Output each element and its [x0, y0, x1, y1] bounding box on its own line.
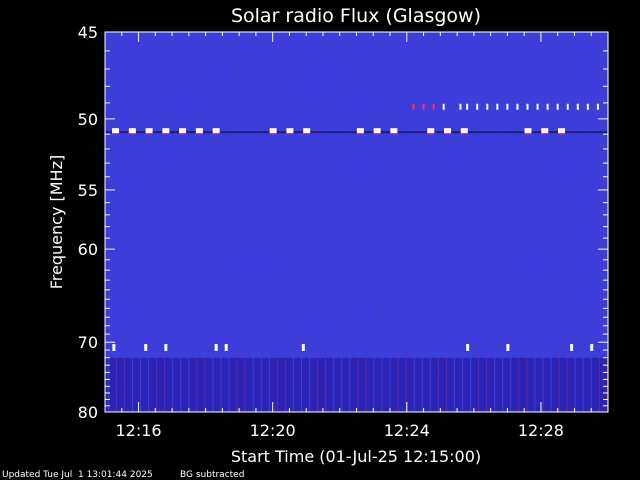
burst-event-70mhz: [224, 343, 228, 351]
band-event-50mhz: [373, 128, 381, 134]
band-event-50mhz: [286, 128, 294, 134]
spike-event-49mhz: [506, 103, 509, 110]
y-tick-label: 55: [78, 181, 98, 200]
band-event-edge: [145, 133, 153, 135]
band-event-50mhz: [162, 128, 170, 134]
burst-event-70mhz: [506, 343, 510, 351]
spike-event-49mhz: [576, 103, 579, 110]
band-event-edge: [303, 133, 311, 135]
spike-event-49mhz: [412, 103, 415, 110]
y-axis-label: Frequency [MHz]: [47, 155, 66, 289]
band-event-edge: [286, 133, 294, 135]
spike-event-49mhz: [546, 103, 549, 110]
band-event-50mhz: [524, 128, 532, 134]
y-tick-label: 80: [78, 403, 98, 422]
band-event-50mhz: [128, 128, 136, 134]
band-event-50mhz: [356, 128, 364, 134]
band-event-edge: [558, 133, 566, 135]
burst-event-70mhz: [164, 343, 168, 351]
chart-title: Solar radio Flux (Glasgow): [231, 5, 481, 27]
band-event-edge: [212, 133, 220, 135]
y-tick-label: 45: [78, 23, 98, 42]
y-tick-label: 70: [78, 333, 98, 352]
band-event-50mhz: [112, 128, 120, 134]
burst-event-70mhz: [590, 343, 594, 351]
band-event-edge: [427, 133, 435, 135]
band-event-50mhz: [269, 128, 277, 134]
x-tick-label: 12:24: [384, 421, 430, 440]
spike-event-49mhz: [459, 103, 462, 110]
spike-event-49mhz: [516, 103, 519, 110]
band-event-edge: [356, 133, 364, 135]
spike-event-49mhz: [536, 103, 539, 110]
burst-event-70mhz: [466, 343, 470, 351]
band-event-edge: [460, 133, 468, 135]
x-tick-label: 12:16: [115, 421, 161, 440]
burst-event-70mhz: [144, 343, 148, 351]
band-event-50mhz: [427, 128, 435, 134]
band-event-50mhz: [558, 128, 566, 134]
spike-event-49mhz: [556, 103, 559, 110]
x-axis-label: Start Time (01-Jul-25 12:15:00): [231, 447, 481, 466]
band-event-50mhz: [390, 128, 398, 134]
band-event-edge: [541, 133, 549, 135]
spike-event-49mhz: [586, 103, 589, 110]
spike-event-49mhz: [486, 103, 489, 110]
band-event-edge: [195, 133, 203, 135]
band-event-50mhz: [444, 128, 452, 134]
band-event-50mhz: [460, 128, 468, 134]
band-event-50mhz: [212, 128, 220, 134]
band-event-50mhz: [541, 128, 549, 134]
spike-event-49mhz: [496, 103, 499, 110]
spike-event-49mhz: [476, 103, 479, 110]
band-event-edge: [162, 133, 170, 135]
band-event-edge: [128, 133, 136, 135]
burst-event-70mhz: [112, 343, 116, 351]
band-event-edge: [524, 133, 532, 135]
band-event-50mhz: [195, 128, 203, 134]
band-event-edge: [269, 133, 277, 135]
band-event-edge: [390, 133, 398, 135]
spike-event-49mhz: [526, 103, 529, 110]
bg-subtracted-note: BG subtracted: [180, 470, 245, 480]
band-event-edge: [112, 133, 120, 135]
y-tick-label: 50: [78, 110, 98, 129]
burst-event-70mhz: [214, 343, 218, 351]
x-tick-label: 12:28: [518, 421, 564, 440]
burst-event-70mhz: [570, 343, 574, 351]
updated-timestamp: Updated Tue Jul 1 13:01:44 2025: [2, 470, 153, 480]
band-event-edge: [179, 133, 187, 135]
band-event-edge: [373, 133, 381, 135]
band-event-50mhz: [303, 128, 311, 134]
spike-event-49mhz: [432, 103, 435, 110]
x-tick-label: 12:20: [250, 421, 296, 440]
band-event-50mhz: [179, 128, 187, 134]
band-event-50mhz: [145, 128, 153, 134]
plot-noise: [105, 32, 608, 412]
band-event-edge: [444, 133, 452, 135]
burst-event-70mhz: [301, 343, 305, 351]
spike-event-49mhz: [596, 103, 599, 110]
spike-event-49mhz: [466, 103, 469, 110]
y-tick-label: 60: [78, 240, 98, 259]
spike-event-49mhz: [566, 103, 569, 110]
spike-event-49mhz: [442, 103, 445, 110]
spectrogram-chart: 12:16 12:20 12:24 12:28 45 50 55 60 70 80 Solar r…: [47, 5, 609, 466]
spike-event-49mhz: [422, 103, 425, 110]
